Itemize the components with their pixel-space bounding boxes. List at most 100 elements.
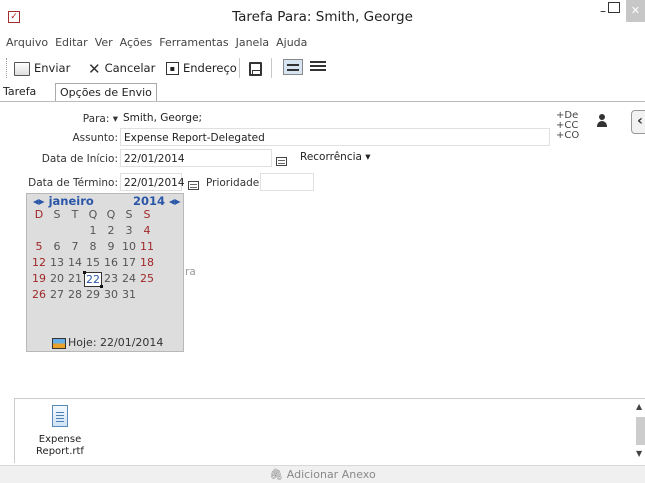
calendar-day[interactable]: 14 [66,256,84,269]
calendar-day[interactable]: 24 [120,272,138,285]
list-view-icon[interactable] [310,60,326,73]
month-nav[interactable]: ◂▸ janeiro [33,194,94,208]
calendar-day[interactable]: 22 [83,271,103,288]
weekday-header: S [143,208,151,221]
weekday-header: S [53,208,61,221]
menu-ferramentas[interactable]: Ferramentas [159,34,228,52]
title-bar: ✓ Tarefa Para: Smith, George – ✕ [0,0,645,33]
calendar-header: ◂▸ janeiro 2014 ◂▸ [27,194,185,209]
calendar-icon[interactable] [188,178,199,191]
calendar-day[interactable]: 26 [30,288,48,301]
cancel-button[interactable]: ✕ Cancelar [88,58,155,78]
scroll-up-icon[interactable]: ▲ [636,402,642,411]
calendar-day[interactable]: 31 [120,288,138,301]
attachment-panel [14,398,645,463]
calendar-day[interactable]: 23 [102,272,120,285]
add-attachment-button[interactable]: 🖇 Adicionar Anexo [0,465,645,483]
close-button[interactable]: ✕ [626,0,645,22]
menu-acoes[interactable]: Ações [120,34,153,52]
calendar-day[interactable]: 10 [120,240,138,253]
tab-tarefa[interactable]: Tarefa [3,83,36,102]
subject-field[interactable]: Expense Report-Delegated [120,128,550,146]
today-icon [52,337,66,349]
calendar-day[interactable]: 19 [30,272,48,285]
menu-ajuda[interactable]: Ajuda [276,34,307,52]
scrollbar-thumb[interactable] [636,417,645,445]
calendar-day[interactable]: 15 [84,256,102,269]
maximize-button[interactable] [608,2,620,13]
scroll-down-icon[interactable]: ▼ [636,449,642,458]
person-icon[interactable] [597,114,607,128]
calendar-icon[interactable] [276,154,287,167]
subject-label: Assunto: [72,132,118,144]
tab-bar: Tarefa Opções de Envio [0,82,645,102]
menu-ver[interactable]: Ver [95,34,113,52]
menu-arquivo[interactable]: Arquivo [6,34,48,52]
chevron-left-icon[interactable]: ‹ [631,110,645,134]
save-button[interactable] [249,58,266,78]
year-nav[interactable]: 2014 ◂▸ [133,194,181,208]
attachment-name[interactable]: Expense Report.rtf [28,434,92,458]
save-icon [249,61,262,76]
calendar-day[interactable]: 4 [138,224,156,237]
body-text-fragment: ra [185,266,196,278]
end-date-label: Data de Término: [28,177,118,189]
menu-editar[interactable]: Editar [55,34,88,52]
address-button[interactable]: ▪ Endereço [166,58,237,78]
calendar-day[interactable]: 11 [138,240,156,253]
calendar-day[interactable]: 2 [102,224,120,237]
toolbar: Enviar ✕ Cancelar ▪ Endereço [0,54,645,82]
calendar-day[interactable]: 29 [84,288,102,301]
calendar-day[interactable]: 7 [66,240,84,253]
tab-opcoes-envio[interactable]: Opções de Envio [55,83,157,102]
to-field[interactable]: Smith, George; [120,109,550,127]
menu-bar: Arquivo Editar Ver Ações Ferramentas Jan… [0,34,307,52]
calendar-day[interactable]: 1 [84,224,102,237]
form-view-icon[interactable] [283,59,303,75]
calendar-day[interactable]: 16 [102,256,120,269]
toolbar-grip[interactable] [6,58,8,78]
calendar-day[interactable]: 12 [30,256,48,269]
start-date-field[interactable]: 22/01/2014 [120,149,272,167]
paperclip-icon: 🖇 [269,468,284,481]
send-button[interactable]: Enviar [14,58,70,78]
send-icon [14,61,30,76]
close-icon: ✕ [88,59,101,78]
recipient-links: +De +CC +CO [556,111,579,141]
calendar-day[interactable]: 13 [48,256,66,269]
priority-field[interactable] [260,173,314,191]
calendar-day[interactable]: 30 [102,288,120,301]
calendar-day[interactable]: 17 [120,256,138,269]
weekday-header: T [71,208,79,221]
window-title: Tarefa Para: Smith, George [232,9,413,25]
weekday-header: S [125,208,133,221]
tab-divider [0,101,645,102]
calendar-day[interactable]: 28 [66,288,84,301]
start-date-label: Data de Início: [41,153,118,165]
weekday-header: Q [106,208,116,221]
to-dropdown[interactable]: Para: ▾ [60,113,118,125]
priority-label: Prioridade: [206,177,263,189]
today-link[interactable]: Hoje: 22/01/2014 [52,336,163,349]
calendar-day[interactable]: 8 [84,240,102,253]
calendar-day[interactable]: 27 [48,288,66,301]
calendar-day[interactable]: 6 [48,240,66,253]
toolbar-divider [239,58,240,78]
weekday-header: D [34,208,44,221]
bcc-link[interactable]: +CO [556,131,579,141]
end-date-field[interactable]: 22/01/2014 [120,173,185,191]
calendar-day[interactable]: 25 [138,272,156,285]
calendar-day[interactable]: 5 [30,240,48,253]
calendar-day[interactable]: 3 [120,224,138,237]
calendar-day[interactable]: 20 [48,272,66,285]
calendar-day[interactable]: 9 [102,240,120,253]
toolbar-divider [271,58,272,78]
calendar-popup: ◂▸ janeiro 2014 ◂▸ Hoje: 22/01/2014 DSTQ… [26,193,184,352]
recurrence-dropdown[interactable]: Recorrência ▾ [300,151,371,163]
calendar-day[interactable]: 21 [66,272,84,285]
calendar-day[interactable]: 18 [138,256,156,269]
address-book-icon: ▪ [166,62,179,75]
menu-janela[interactable]: Janela [236,34,270,52]
weekday-header: Q [88,208,98,221]
document-icon[interactable] [52,405,68,427]
